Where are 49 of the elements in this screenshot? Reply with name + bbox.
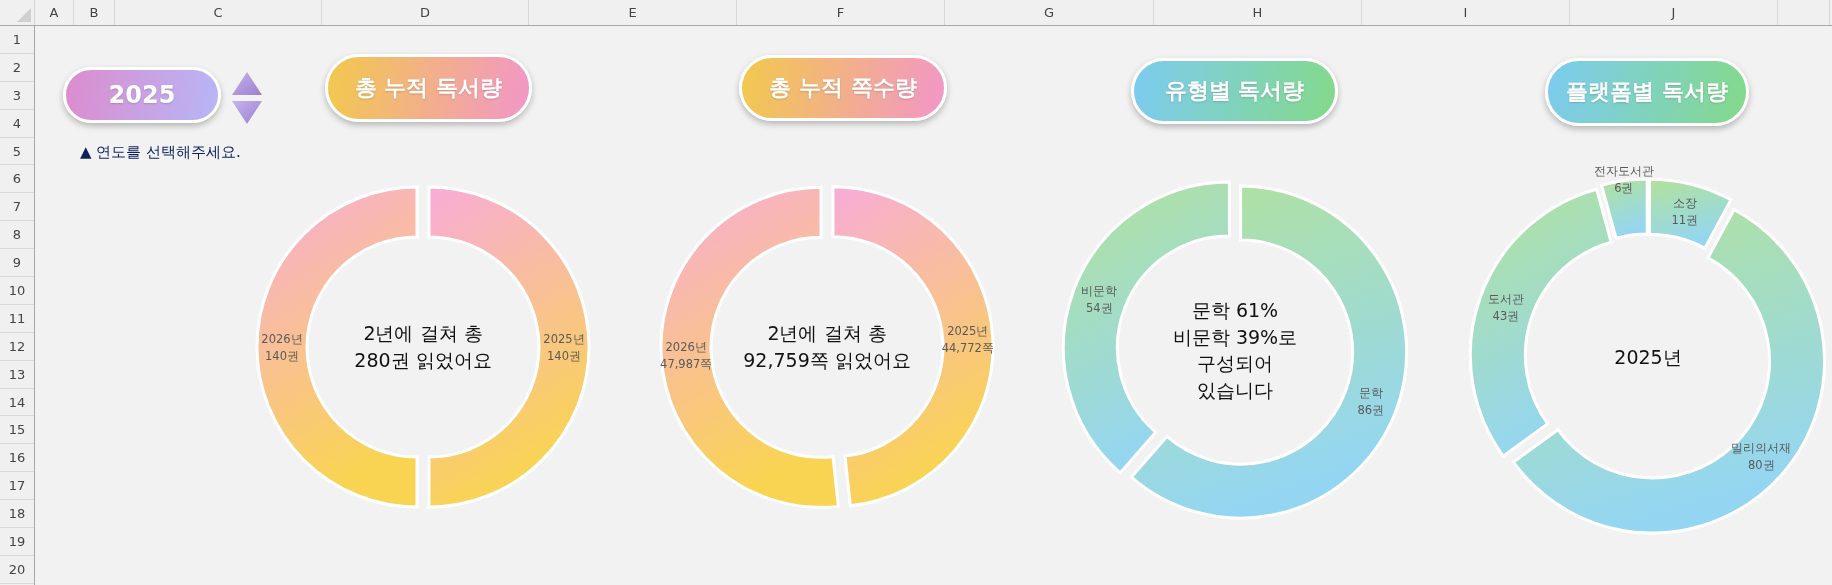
data-label: 문학 86권 <box>1357 385 1385 417</box>
column-header[interactable]: J <box>1570 0 1778 25</box>
column-header[interactable]: G <box>945 0 1154 25</box>
row-header[interactable]: 11 <box>0 304 34 333</box>
row-header[interactable]: 13 <box>0 360 34 389</box>
column-header[interactable]: D <box>322 0 529 25</box>
row-header[interactable]: 10 <box>0 277 34 305</box>
data-label: 도서관 43권 <box>1487 292 1524 324</box>
row-header[interactable]: 15 <box>0 416 34 445</box>
row-header[interactable]: 7 <box>0 193 34 222</box>
column-header[interactable]: E <box>529 0 737 25</box>
column-header[interactable]: I <box>1362 0 1570 25</box>
center-caption: 문학 61% 비문학 39%로 구성되어 있습니다 <box>1172 297 1298 403</box>
row-header[interactable]: 6 <box>0 165 34 194</box>
center-caption: 2년에 걸쳐 총 92,759쪽 읽었어요 <box>743 321 911 373</box>
center-caption: 2025년 <box>1614 344 1682 370</box>
row-header[interactable]: 4 <box>0 109 34 138</box>
data-label: 2025년 140권 <box>543 332 585 363</box>
row-header[interactable]: 16 <box>0 444 34 473</box>
data-label: 밀리의서재 80권 <box>1731 441 1792 472</box>
column-header[interactable]: C <box>115 0 322 25</box>
data-label: 비문학 54권 <box>1081 284 1118 316</box>
chart-title: 유형별 독서량 <box>1131 58 1338 124</box>
column-header[interactable]: H <box>1154 0 1362 25</box>
row-header[interactable]: 19 <box>0 528 34 556</box>
row-header[interactable]: 2 <box>0 53 34 82</box>
data-label: 전자도서관 6권 <box>1593 163 1654 195</box>
row-header[interactable]: 20 <box>0 555 34 584</box>
row-header[interactable]: 17 <box>0 472 34 501</box>
data-label: 2026년 140권 <box>261 332 303 363</box>
row-header[interactable]: 5 <box>0 137 34 166</box>
column-header[interactable]: A <box>35 0 74 25</box>
row-header[interactable]: 8 <box>0 221 34 250</box>
spinner-icon[interactable] <box>232 72 262 124</box>
select-all-icon[interactable] <box>17 8 31 22</box>
data-label: 소장 11권 <box>1671 196 1699 228</box>
chart-title: 총 누적 독서량 <box>325 54 532 122</box>
row-header[interactable]: 12 <box>0 332 34 361</box>
row-header[interactable]: 14 <box>0 388 34 417</box>
hint-text: ▲ 연도를 선택해주세요. <box>80 143 241 162</box>
row-header[interactable]: 18 <box>0 500 34 529</box>
row-header[interactable]: 1 <box>0 26 34 54</box>
chart-title: 플랫폼별 독서량 <box>1545 58 1749 126</box>
row-header[interactable]: 3 <box>0 81 34 110</box>
column-header[interactable]: B <box>74 0 115 25</box>
center-caption: 2년에 걸쳐 총 280권 읽었어요 <box>354 321 492 373</box>
row-header[interactable]: 9 <box>0 249 34 277</box>
chart-title: 총 누적 쪽수량 <box>739 55 947 121</box>
column-header[interactable]: F <box>737 0 945 25</box>
